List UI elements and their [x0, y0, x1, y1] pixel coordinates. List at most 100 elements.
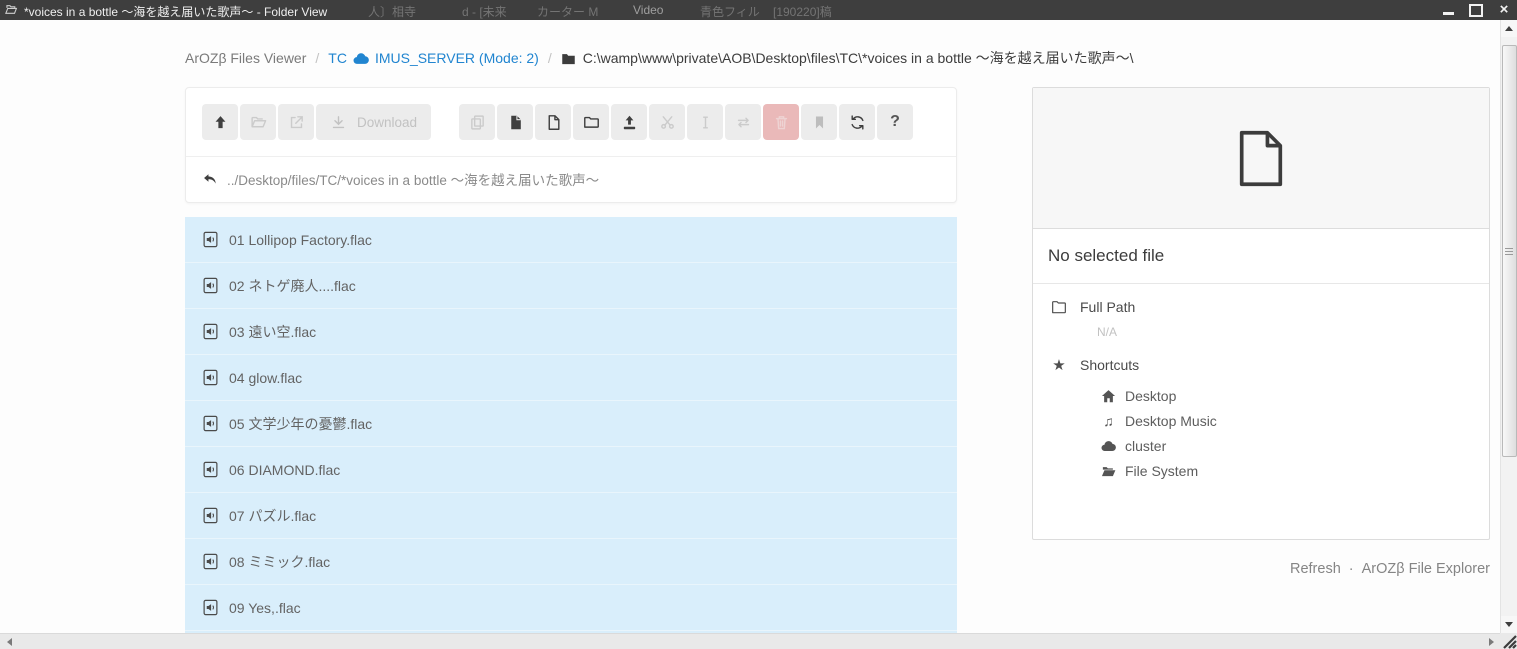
- ghost-window-title: d - [未来: [462, 3, 507, 20]
- parent-path-link[interactable]: ../Desktop/files/TC/*voices in a bottle …: [186, 157, 956, 202]
- file-name: 07 パズル.flac: [229, 506, 316, 526]
- scissors-icon: [659, 114, 676, 131]
- window-folder-icon: [4, 3, 18, 16]
- arrow-up-icon: [212, 114, 229, 131]
- folder-icon: [583, 114, 600, 131]
- audio-file-icon: [203, 323, 218, 340]
- file-row[interactable]: 05 文学少年の憂鬱.flac: [185, 401, 957, 447]
- folder-outline-icon: [1051, 300, 1067, 314]
- audio-file-icon: [203, 599, 218, 616]
- back-arrow-icon: [202, 172, 218, 187]
- rename-button[interactable]: [687, 104, 723, 140]
- audio-file-icon: [203, 231, 218, 248]
- breadcrumb-app-link[interactable]: ArOZβ Files Viewer: [185, 50, 306, 66]
- triangle-down-icon: [1505, 622, 1513, 627]
- file-row[interactable]: 03 遠い空.flac: [185, 309, 957, 355]
- paste-button[interactable]: [497, 104, 533, 140]
- close-button[interactable]: ×: [1497, 3, 1511, 17]
- external-link-icon: [288, 114, 305, 131]
- file-row[interactable]: 09 Yes,.flac: [185, 585, 957, 631]
- copy-button[interactable]: [459, 104, 495, 140]
- footer: Refresh · ArOZβ File Explorer: [1290, 561, 1490, 577]
- file-name: 09 Yes,.flac: [229, 600, 301, 616]
- go-up-button[interactable]: [202, 104, 238, 140]
- help-button[interactable]: ?: [877, 104, 913, 140]
- toolbar: Download: [186, 88, 956, 156]
- scroll-up-button[interactable]: [1501, 20, 1517, 37]
- download-button[interactable]: Download: [316, 104, 431, 140]
- file-row[interactable]: 02 ネトゲ廃人....flac: [185, 263, 957, 309]
- shortcut-desktop[interactable]: Desktop: [1101, 383, 1471, 408]
- file-name: 08 ミミック.flac: [229, 552, 330, 572]
- file-icon: [545, 114, 562, 131]
- full-path-label: Full Path: [1080, 299, 1135, 315]
- audio-file-icon: [203, 369, 218, 386]
- parent-path-text: ../Desktop/files/TC/*voices in a bottle …: [227, 169, 599, 189]
- shortcut-label: Desktop Music: [1125, 413, 1217, 429]
- shortcut-label: cluster: [1125, 438, 1166, 454]
- file-name: 02 ネトゲ廃人....flac: [229, 276, 356, 296]
- home-icon: [1101, 389, 1116, 403]
- shortcut-desktop-music[interactable]: ♫ Desktop Music: [1101, 408, 1471, 433]
- open-external-button[interactable]: [278, 104, 314, 140]
- ghost-window-title: 人〕相寺: [368, 3, 416, 20]
- upload-button[interactable]: [611, 104, 647, 140]
- maximize-button[interactable]: [1469, 3, 1483, 17]
- file-name: 01 Lollipop Factory.flac: [229, 232, 372, 248]
- scroll-down-button[interactable]: [1501, 616, 1517, 633]
- star-icon: ★: [1051, 358, 1067, 373]
- breadcrumb: ArOZβ Files Viewer / TC IMUS_SERVER (Mod…: [185, 48, 1134, 68]
- blank-file-icon: [1237, 130, 1285, 187]
- full-path-row: Full Path: [1051, 299, 1471, 315]
- new-folder-button[interactable]: [573, 104, 609, 140]
- download-icon: [330, 114, 347, 131]
- cut-button[interactable]: [649, 104, 685, 140]
- ghost-window-title: Video: [633, 3, 663, 17]
- delete-button[interactable]: [763, 104, 799, 140]
- copy-icon: [469, 114, 486, 131]
- breadcrumb-server-link[interactable]: TC IMUS_SERVER (Mode: 2): [328, 50, 539, 66]
- resize-grip[interactable]: [1500, 633, 1517, 649]
- shortcut-file-system[interactable]: File System: [1101, 458, 1471, 483]
- new-file-button[interactable]: [535, 104, 571, 140]
- paste-icon: [507, 114, 524, 131]
- vertical-scrollbar[interactable]: [1500, 20, 1517, 633]
- open-button[interactable]: [240, 104, 276, 140]
- music-note-icon: ♫: [1101, 414, 1116, 428]
- bookmark-button[interactable]: [801, 104, 837, 140]
- shortcut-cluster[interactable]: cluster: [1101, 433, 1471, 458]
- cloud-icon: [353, 52, 369, 65]
- audio-file-icon: [203, 277, 218, 294]
- folder-view-window: *voices in a bottle ～海を越え届いた歌声～ - Folder…: [0, 0, 1517, 649]
- upload-icon: [621, 114, 638, 131]
- file-row[interactable]: 04 glow.flac: [185, 355, 957, 401]
- shortcuts-label: Shortcuts: [1080, 357, 1139, 373]
- file-details: Full Path N/A ★ Shortcuts Desktop ♫ Desk…: [1033, 284, 1489, 498]
- file-row[interactable]: 07 パズル.flac: [185, 493, 957, 539]
- scroll-right-button[interactable]: [1484, 636, 1498, 648]
- file-explorer-link[interactable]: ArOZβ File Explorer: [1362, 561, 1490, 577]
- refresh-icon: [849, 114, 866, 131]
- audio-file-icon: [203, 507, 218, 524]
- minimize-button[interactable]: [1441, 3, 1455, 17]
- toolbar-card: Download: [185, 87, 957, 203]
- footer-separator: ·: [1349, 561, 1354, 577]
- download-label: Download: [357, 115, 417, 130]
- file-row[interactable]: 06 DIAMOND.flac: [185, 447, 957, 493]
- scroll-left-button[interactable]: [2, 636, 16, 648]
- shortcut-label: Desktop: [1125, 388, 1176, 404]
- move-button[interactable]: [725, 104, 761, 140]
- horizontal-scrollbar[interactable]: [0, 633, 1500, 649]
- ghost-window-title: 青色フィル: [700, 3, 760, 20]
- file-row[interactable]: 08 ミミック.flac: [185, 539, 957, 585]
- breadcrumb-current-path: C:\wamp\www\private\AOB\Desktop\files\TC…: [561, 48, 1134, 68]
- refresh-link[interactable]: Refresh: [1290, 561, 1341, 577]
- file-row[interactable]: 01 Lollipop Factory.flac: [185, 217, 957, 263]
- triangle-left-icon: [7, 638, 12, 646]
- audio-file-icon: [203, 553, 218, 570]
- vertical-scrollbar-thumb[interactable]: [1502, 45, 1517, 457]
- refresh-button[interactable]: [839, 104, 875, 140]
- triangle-right-icon: [1489, 638, 1494, 646]
- selection-status-heading: No selected file: [1033, 229, 1489, 284]
- shortcut-label: File System: [1125, 463, 1198, 479]
